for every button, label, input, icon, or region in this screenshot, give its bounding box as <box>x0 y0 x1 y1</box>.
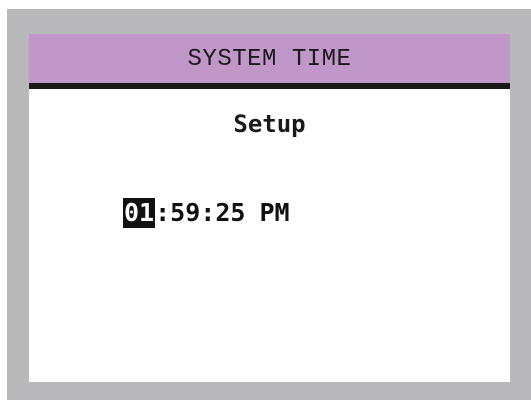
seconds-field[interactable]: 25 <box>215 198 245 228</box>
page-title: SYSTEM TIME <box>187 46 352 73</box>
hours-minutes-separator: : <box>155 198 171 227</box>
title-bar: SYSTEM TIME <box>29 34 510 89</box>
hours-field[interactable]: 01 <box>123 198 156 228</box>
am-pm-field[interactable]: PM <box>259 198 289 228</box>
minutes-field[interactable]: 59 <box>170 198 200 228</box>
time-display: 01 : 59 : 25 PM <box>123 197 290 229</box>
setup-subtitle: Setup <box>233 110 306 138</box>
minutes-seconds-separator: : <box>200 198 216 227</box>
